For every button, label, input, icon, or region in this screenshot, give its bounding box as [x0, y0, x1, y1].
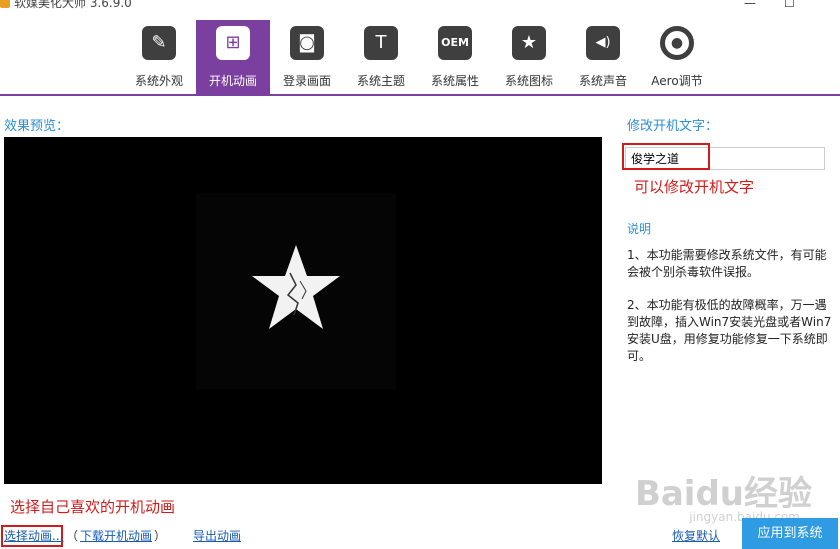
preview-label: 效果预览： [4, 119, 70, 134]
paren-close: ） [154, 529, 167, 543]
tool-label: 系统主题 [356, 74, 405, 88]
title-bar: 软媒美化大师 3.6.9.0 — ☐ [0, 0, 840, 14]
tool-label: 系统属性 [430, 74, 479, 88]
annotation-box-text [622, 143, 710, 170]
tool-label: 开机动画 [208, 74, 257, 88]
oem-icon: OEM [438, 26, 472, 60]
apply-to-system-button[interactable]: 应用到系统 [742, 518, 838, 549]
note-1: 1、本功能需要修改系统文件，有可能会被个别杀毒软件误报。 [627, 248, 827, 279]
maximize-button[interactable]: ☐ [784, 0, 795, 10]
annotation-edit-text: 可以修改开机文字 [634, 178, 755, 196]
preview-canvas [196, 193, 396, 389]
tool-system-sounds[interactable]: ◀) 系统声音 [566, 20, 640, 94]
brush-icon: ✎ [142, 26, 176, 60]
choose-animation-link[interactable]: 选择动画... [4, 527, 63, 544]
star-icon: ★ [512, 26, 546, 60]
restore-default-link[interactable]: 恢复默认 [672, 527, 720, 544]
aero-circle-icon: ● [660, 26, 694, 60]
tool-boot-animation[interactable]: ⊞ 开机动画 [196, 20, 270, 96]
tshirt-icon: T [364, 26, 398, 60]
download-animation-link[interactable]: 下载开机动画 [80, 527, 152, 544]
tool-system-appearance[interactable]: ✎ 系统外观 [122, 20, 196, 94]
tool-label: 登录画面 [282, 74, 331, 88]
watermark-logo: Baidu经验 [634, 474, 812, 514]
tool-label: Aero调节 [651, 74, 703, 88]
tool-label: 系统外观 [134, 74, 183, 88]
minimize-button[interactable]: — [744, 0, 756, 10]
window-title: 软媒美化大师 3.6.9.0 [14, 0, 132, 10]
notes-title: 说明 [627, 222, 652, 236]
speaker-icon: ◀) [586, 26, 620, 60]
note-2: 2、本功能有极低的故障概率，万一遇到故障，插入Win7安装光盘或者Win7安装U… [627, 298, 832, 363]
tool-system-properties[interactable]: OEM 系统属性 [418, 20, 492, 94]
user-login-icon: ◙ [290, 26, 324, 60]
tool-login-screen[interactable]: ◙ 登录画面 [270, 20, 344, 94]
cracked-star-icon [252, 245, 340, 329]
app-logo-icon [0, 0, 10, 8]
windows-flag-icon: ⊞ [216, 26, 250, 60]
tool-label: 系统声音 [578, 74, 627, 88]
tool-aero[interactable]: ● Aero调节 [640, 20, 714, 94]
paren-open: （ [66, 529, 79, 543]
edit-text-label: 修改开机文字： [627, 119, 719, 134]
export-animation-link[interactable]: 导出动画 [193, 527, 241, 544]
annotation-choose-animation: 选择自己喜欢的开机动画 [10, 498, 176, 516]
animation-preview [4, 137, 602, 484]
tool-system-icons[interactable]: ★ 系统图标 [492, 20, 566, 94]
tool-system-theme[interactable]: T 系统主题 [344, 20, 418, 94]
tool-label: 系统图标 [504, 74, 553, 88]
main-toolbar: ✎ 系统外观 ⊞ 开机动画 ◙ 登录画面 T 系统主题 OEM 系统属性 ★ 系… [0, 14, 840, 96]
